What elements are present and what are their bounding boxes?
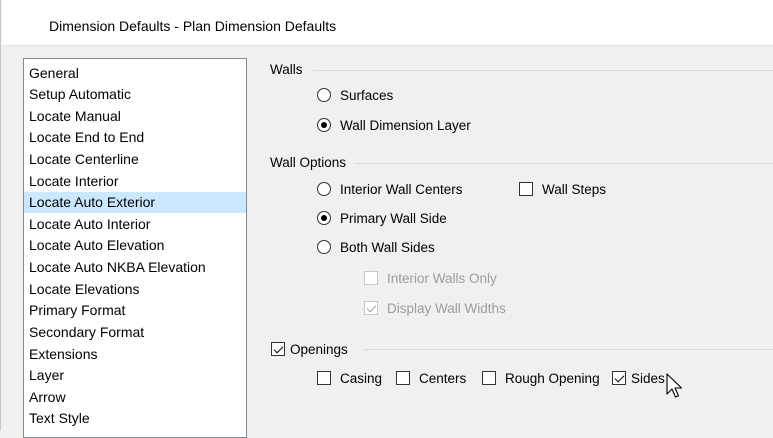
list-item-locate-auto-nkba-elevation[interactable]: Locate Auto NKBA Elevation [24, 257, 246, 278]
surfaces-radio[interactable]: Surfaces [317, 86, 393, 104]
walls-group-title: Walls [270, 62, 303, 77]
sides-checkbox-box[interactable] [612, 371, 626, 385]
primary-wall-side-radio-button[interactable] [317, 211, 331, 225]
dialog-window: Dimension Defaults - Plan Dimension Defa… [0, 0, 773, 438]
list-item-setup-automatic[interactable]: Setup Automatic [24, 84, 246, 105]
list-item-layer[interactable]: Layer [24, 365, 246, 386]
openings-group-line [363, 349, 773, 350]
list-item-extensions[interactable]: Extensions [24, 344, 246, 365]
wall-dimension-layer-radio[interactable]: Wall Dimension Layer [317, 116, 471, 134]
both-wall-sides-radio-button[interactable] [317, 240, 331, 254]
centers-checkbox[interactable]: Centers [396, 369, 466, 387]
interior-wall-centers-label: Interior Wall Centers [340, 181, 463, 197]
wall-dimension-layer-label: Wall Dimension Layer [340, 117, 471, 133]
rough-opening-checkbox-box[interactable] [482, 371, 496, 385]
interior-walls-only-checkbox-box[interactable] [364, 271, 378, 285]
list-item-general[interactable]: General [24, 63, 246, 84]
interior-wall-centers-radio[interactable]: Interior Wall Centers [317, 180, 463, 198]
rough-opening-checkbox[interactable]: Rough Opening [482, 369, 600, 387]
surfaces-radio-button[interactable] [317, 88, 331, 102]
openings-checkbox[interactable]: Openings [271, 340, 348, 358]
list-item-locate-auto-elevation[interactable]: Locate Auto Elevation [24, 235, 246, 256]
window-title: Dimension Defaults - Plan Dimension Defa… [49, 18, 337, 34]
wall-steps-checkbox[interactable]: Wall Steps [519, 180, 606, 198]
list-item-locate-elevations[interactable]: Locate Elevations [24, 279, 246, 300]
interior-walls-only-checkbox[interactable]: Interior Walls Only [364, 269, 497, 287]
list-item-locate-manual[interactable]: Locate Manual [24, 106, 246, 127]
casing-checkbox-box[interactable] [317, 371, 331, 385]
list-item-secondary-format[interactable]: Secondary Format [24, 322, 246, 343]
list-item-text-style[interactable]: Text Style [24, 408, 246, 429]
display-wall-widths-checkbox-box[interactable] [364, 301, 378, 315]
interior-walls-only-label: Interior Walls Only [387, 270, 497, 286]
sides-label: Sides [631, 370, 665, 386]
list-item-locate-auto-exterior[interactable]: Locate Auto Exterior [24, 192, 246, 213]
wall-options-group-line [355, 163, 773, 164]
primary-wall-side-label: Primary Wall Side [340, 210, 447, 226]
interior-wall-centers-radio-button[interactable] [317, 182, 331, 196]
openings-checkbox-box[interactable] [271, 342, 285, 356]
category-list[interactable]: General Setup Automatic Locate Manual Lo… [23, 58, 247, 438]
openings-label: Openings [290, 341, 348, 357]
wall-steps-checkbox-box[interactable] [519, 182, 533, 196]
list-item-locate-end-to-end[interactable]: Locate End to End [24, 127, 246, 148]
rough-opening-label: Rough Opening [505, 370, 600, 386]
wall-options-group-title: Wall Options [270, 155, 347, 170]
display-wall-widths-label: Display Wall Widths [387, 300, 506, 316]
sides-checkbox[interactable]: Sides [612, 369, 665, 387]
wall-steps-label: Wall Steps [542, 181, 607, 197]
list-item-arrow[interactable]: Arrow [24, 387, 246, 408]
casing-label: Casing [340, 370, 383, 386]
walls-group-line [313, 70, 773, 71]
centers-checkbox-box[interactable] [396, 371, 410, 385]
wall-dimension-layer-radio-button[interactable] [317, 118, 331, 132]
primary-wall-side-radio[interactable]: Primary Wall Side [317, 209, 447, 227]
both-wall-sides-label: Both Wall Sides [340, 239, 435, 255]
list-item-locate-centerline[interactable]: Locate Centerline [24, 149, 246, 170]
surfaces-label: Surfaces [340, 87, 394, 103]
casing-checkbox[interactable]: Casing [317, 369, 382, 387]
display-wall-widths-checkbox[interactable]: Display Wall Widths [364, 299, 506, 317]
list-item-locate-auto-interior[interactable]: Locate Auto Interior [24, 214, 246, 235]
arrow-cursor-icon [666, 373, 683, 398]
title-bar: Dimension Defaults - Plan Dimension Defa… [2, 0, 773, 46]
list-item-primary-format[interactable]: Primary Format [24, 300, 246, 321]
centers-label: Centers [419, 370, 467, 386]
both-wall-sides-radio[interactable]: Both Wall Sides [317, 238, 435, 256]
list-item-locate-interior[interactable]: Locate Interior [24, 171, 246, 192]
